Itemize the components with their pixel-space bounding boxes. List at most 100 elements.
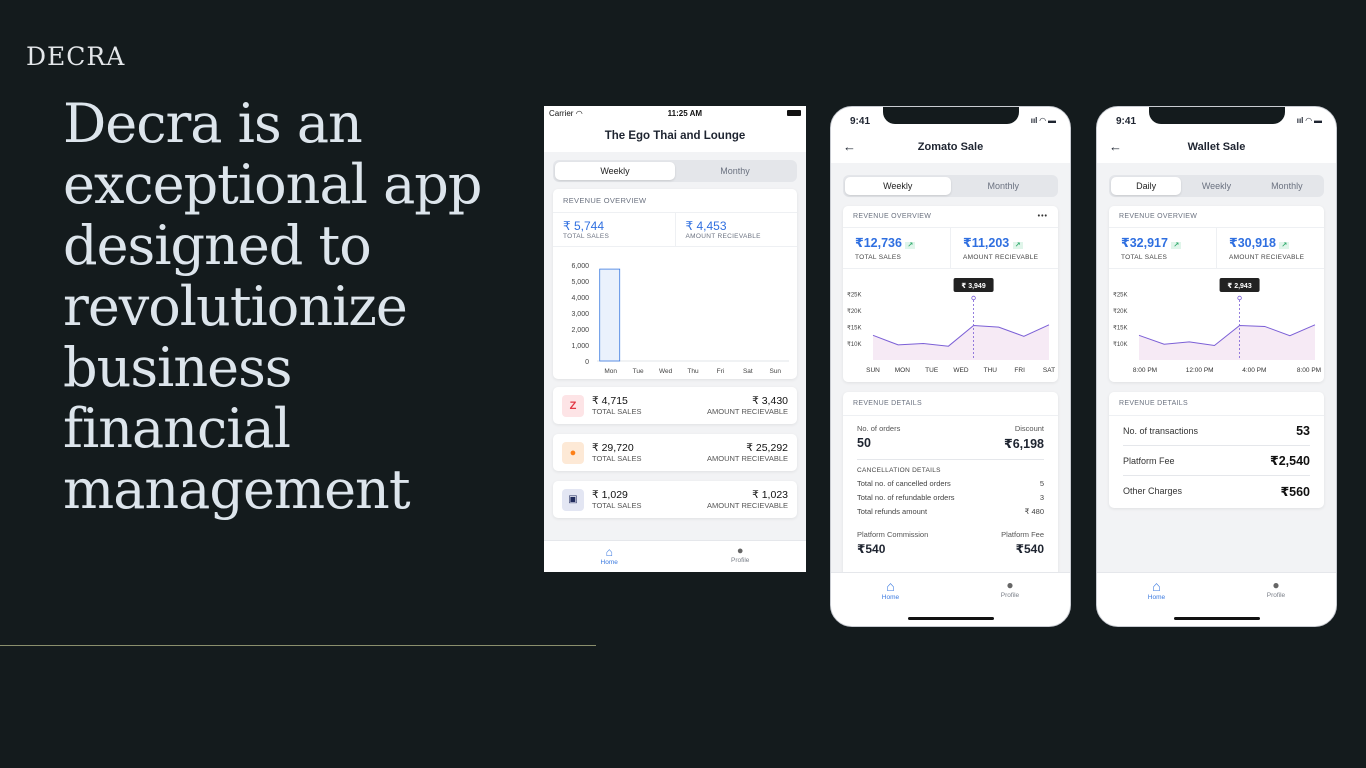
tab-monthly[interactable]: Monthly bbox=[951, 177, 1057, 195]
x-tick-label: Thu bbox=[687, 368, 699, 375]
tooltip-value: ₹ 3,949 bbox=[961, 282, 985, 290]
nav-profile-label: Profile bbox=[1000, 592, 1020, 599]
tooltip-value: ₹ 2,943 bbox=[1227, 282, 1251, 290]
platform-receivable-label: AMOUNT RECIEVABLE bbox=[707, 407, 788, 416]
orders-label: No. of orders bbox=[857, 424, 901, 433]
x-tick-label: Fri bbox=[717, 368, 725, 375]
x-tick-label: THU bbox=[984, 367, 998, 374]
cancellation-row-label: Total no. of refundable orders bbox=[857, 493, 955, 502]
amount-receivable-label: AMOUNT RECIEVABLE bbox=[963, 254, 1039, 261]
detail-row-value: ₹560 bbox=[1280, 484, 1310, 499]
total-sales-label: TOTAL SALES bbox=[1121, 254, 1168, 261]
wallet-icon: ▣ bbox=[562, 488, 584, 511]
phone-restaurant-overview: Carrier ◠ 11:25 AM The Ego Thai and Loun… bbox=[544, 106, 806, 572]
commission-label: Platform Commission bbox=[857, 530, 929, 539]
more-icon[interactable]: ••• bbox=[1038, 213, 1048, 220]
x-tick-label: WED bbox=[953, 367, 968, 374]
page-title: Wallet Sale bbox=[1187, 141, 1246, 153]
marker-dot bbox=[1237, 295, 1242, 301]
bottom-nav: ⌂ Home ● Profile bbox=[544, 540, 806, 572]
period-tabs: Weekly Monthly bbox=[843, 175, 1058, 197]
nav-profile[interactable]: ● Profile bbox=[1001, 578, 1019, 599]
brand-logo: DECRA bbox=[26, 42, 126, 71]
nav-home[interactable]: ⌂ Home bbox=[1148, 578, 1165, 601]
status-icons: ııl ◠ ▬ bbox=[1296, 116, 1322, 125]
tab-weekly[interactable]: Weekly bbox=[1181, 177, 1251, 195]
overview-label: REVENUE OVERVIEW bbox=[1109, 206, 1324, 228]
revenue-details-card: REVENUE DETAILS No. of orders 50 Discoun… bbox=[843, 392, 1058, 592]
nav-home[interactable]: ⌂ Home bbox=[601, 545, 618, 572]
total-sales-label: TOTAL SALES bbox=[855, 254, 902, 261]
revenue-details-card: REVENUE DETAILS No. of transactions 53 Pla… bbox=[1109, 392, 1324, 508]
x-tick-label: SUN bbox=[866, 367, 880, 374]
notch bbox=[883, 107, 1019, 124]
status-time: 9:41 bbox=[1116, 116, 1137, 127]
revenue-overview-card: REVENUE OVERVIEW ••• ₹12,736 ↗ TOTAL SAL… bbox=[843, 206, 1058, 382]
discount-label: Discount bbox=[1014, 424, 1044, 433]
nav-home-label: Home bbox=[600, 559, 618, 566]
divider bbox=[0, 645, 596, 646]
total-sales-label: TOTAL SALES bbox=[563, 233, 610, 240]
tab-weekly[interactable]: Weekly bbox=[555, 162, 675, 180]
detail-row: No. of transactions 53 bbox=[1123, 416, 1310, 446]
x-tick-label: Sun bbox=[769, 368, 781, 375]
nav-profile[interactable]: ● Profile bbox=[731, 545, 749, 572]
profile-icon: ● bbox=[736, 545, 744, 557]
home-icon: ⌂ bbox=[1152, 578, 1161, 594]
detail-row-label: Other Charges bbox=[1123, 486, 1183, 496]
tab-daily[interactable]: Daily bbox=[1111, 177, 1182, 195]
detail-row: Platform Fee ₹2,540 bbox=[1123, 446, 1310, 476]
y-tick-label: ₹15K bbox=[1113, 325, 1128, 332]
nav-home-label: Home bbox=[881, 594, 900, 601]
x-tick-label: Wed bbox=[659, 368, 673, 375]
platform-card[interactable]: ▣ ₹ 1,029 TOTAL SALES ₹ 1,023 AMOUNT REC… bbox=[553, 481, 797, 518]
x-tick-label: SAT bbox=[1043, 367, 1055, 374]
details-label: REVENUE DETAILS bbox=[1109, 392, 1324, 416]
cancellation-row: Total refunds amount ₹ 480 bbox=[857, 507, 1044, 516]
cancellation-row-label: Total refunds amount bbox=[857, 507, 928, 516]
platform-card[interactable]: ● ₹ 29,720 TOTAL SALES ₹ 25,292 AMOUNT R… bbox=[553, 434, 797, 471]
nav-profile[interactable]: ● Profile bbox=[1267, 578, 1285, 599]
nav-home[interactable]: ⌂ Home bbox=[882, 578, 899, 601]
daily-line-chart: ₹25K ₹20K ₹15K ₹10K ₹ 2,943 8:00 PM 12:00 PM 4:… bbox=[1113, 278, 1321, 374]
bar bbox=[599, 268, 621, 362]
trend-up-icon: ↗ bbox=[1171, 242, 1182, 249]
orders-value: 50 bbox=[857, 436, 871, 450]
x-tick-label: MON bbox=[895, 367, 910, 374]
status-time: 11:25 AM bbox=[667, 108, 703, 118]
amount-receivable-value: ₹11,203 bbox=[963, 236, 1010, 250]
tab-monthly[interactable]: Monthly bbox=[1252, 177, 1322, 195]
fee-value: ₹540 bbox=[1015, 542, 1044, 556]
home-indicator bbox=[1174, 617, 1260, 620]
zomato-icon: Z bbox=[562, 394, 584, 417]
platform-card[interactable]: Z ₹ 4,715 TOTAL SALES ₹ 3,430 AMOUNT REC… bbox=[553, 387, 797, 424]
fee-label: Platform Fee bbox=[1001, 530, 1044, 539]
y-tick-label: 5,000 bbox=[571, 279, 589, 286]
cancellation-row-value: 5 bbox=[1039, 479, 1044, 488]
platform-receivable-value: ₹ 3,430 bbox=[752, 395, 788, 407]
tab-monthly[interactable]: Monthy bbox=[675, 162, 795, 180]
revenue-overview-card: REVENUE OVERVIEW ₹32,917 ↗ TOTAL SALES ₹… bbox=[1109, 206, 1324, 382]
y-tick-label: ₹20K bbox=[847, 308, 862, 315]
phone-wallet-sale: 9:41 ııl ◠ ▬ ← Wallet Sale Daily Weekly … bbox=[1096, 106, 1337, 627]
tab-weekly[interactable]: Weekly bbox=[845, 177, 951, 195]
status-icons: ııl ◠ ▬ bbox=[1030, 116, 1056, 125]
x-tick-label: Mon bbox=[604, 368, 617, 375]
x-tick-label: Tue bbox=[633, 368, 644, 375]
profile-icon: ● bbox=[1006, 578, 1014, 592]
x-tick-label: 8:00 PM bbox=[1133, 367, 1157, 374]
cancellation-row-value: 3 bbox=[1039, 493, 1044, 502]
carrier-label: Carrier ◠ bbox=[549, 108, 583, 118]
total-sales-value: ₹12,736 bbox=[855, 236, 902, 250]
y-tick-label: 0 bbox=[585, 359, 589, 366]
x-tick-label: Sat bbox=[743, 368, 753, 375]
y-tick-label: 2,000 bbox=[571, 327, 589, 334]
overview-label: REVENUE OVERVIEW bbox=[553, 189, 797, 213]
total-sales-value: ₹32,917 bbox=[1121, 236, 1168, 250]
nav-profile-label: Profile bbox=[731, 557, 750, 564]
platform-receivable-label: AMOUNT RECIEVABLE bbox=[707, 454, 788, 463]
battery-icon bbox=[787, 110, 801, 116]
platform-sales-value: ₹ 29,720 bbox=[592, 442, 634, 454]
period-tabs: Daily Weekly Monthly bbox=[1109, 175, 1324, 197]
details-label: REVENUE DETAILS bbox=[843, 392, 1058, 416]
